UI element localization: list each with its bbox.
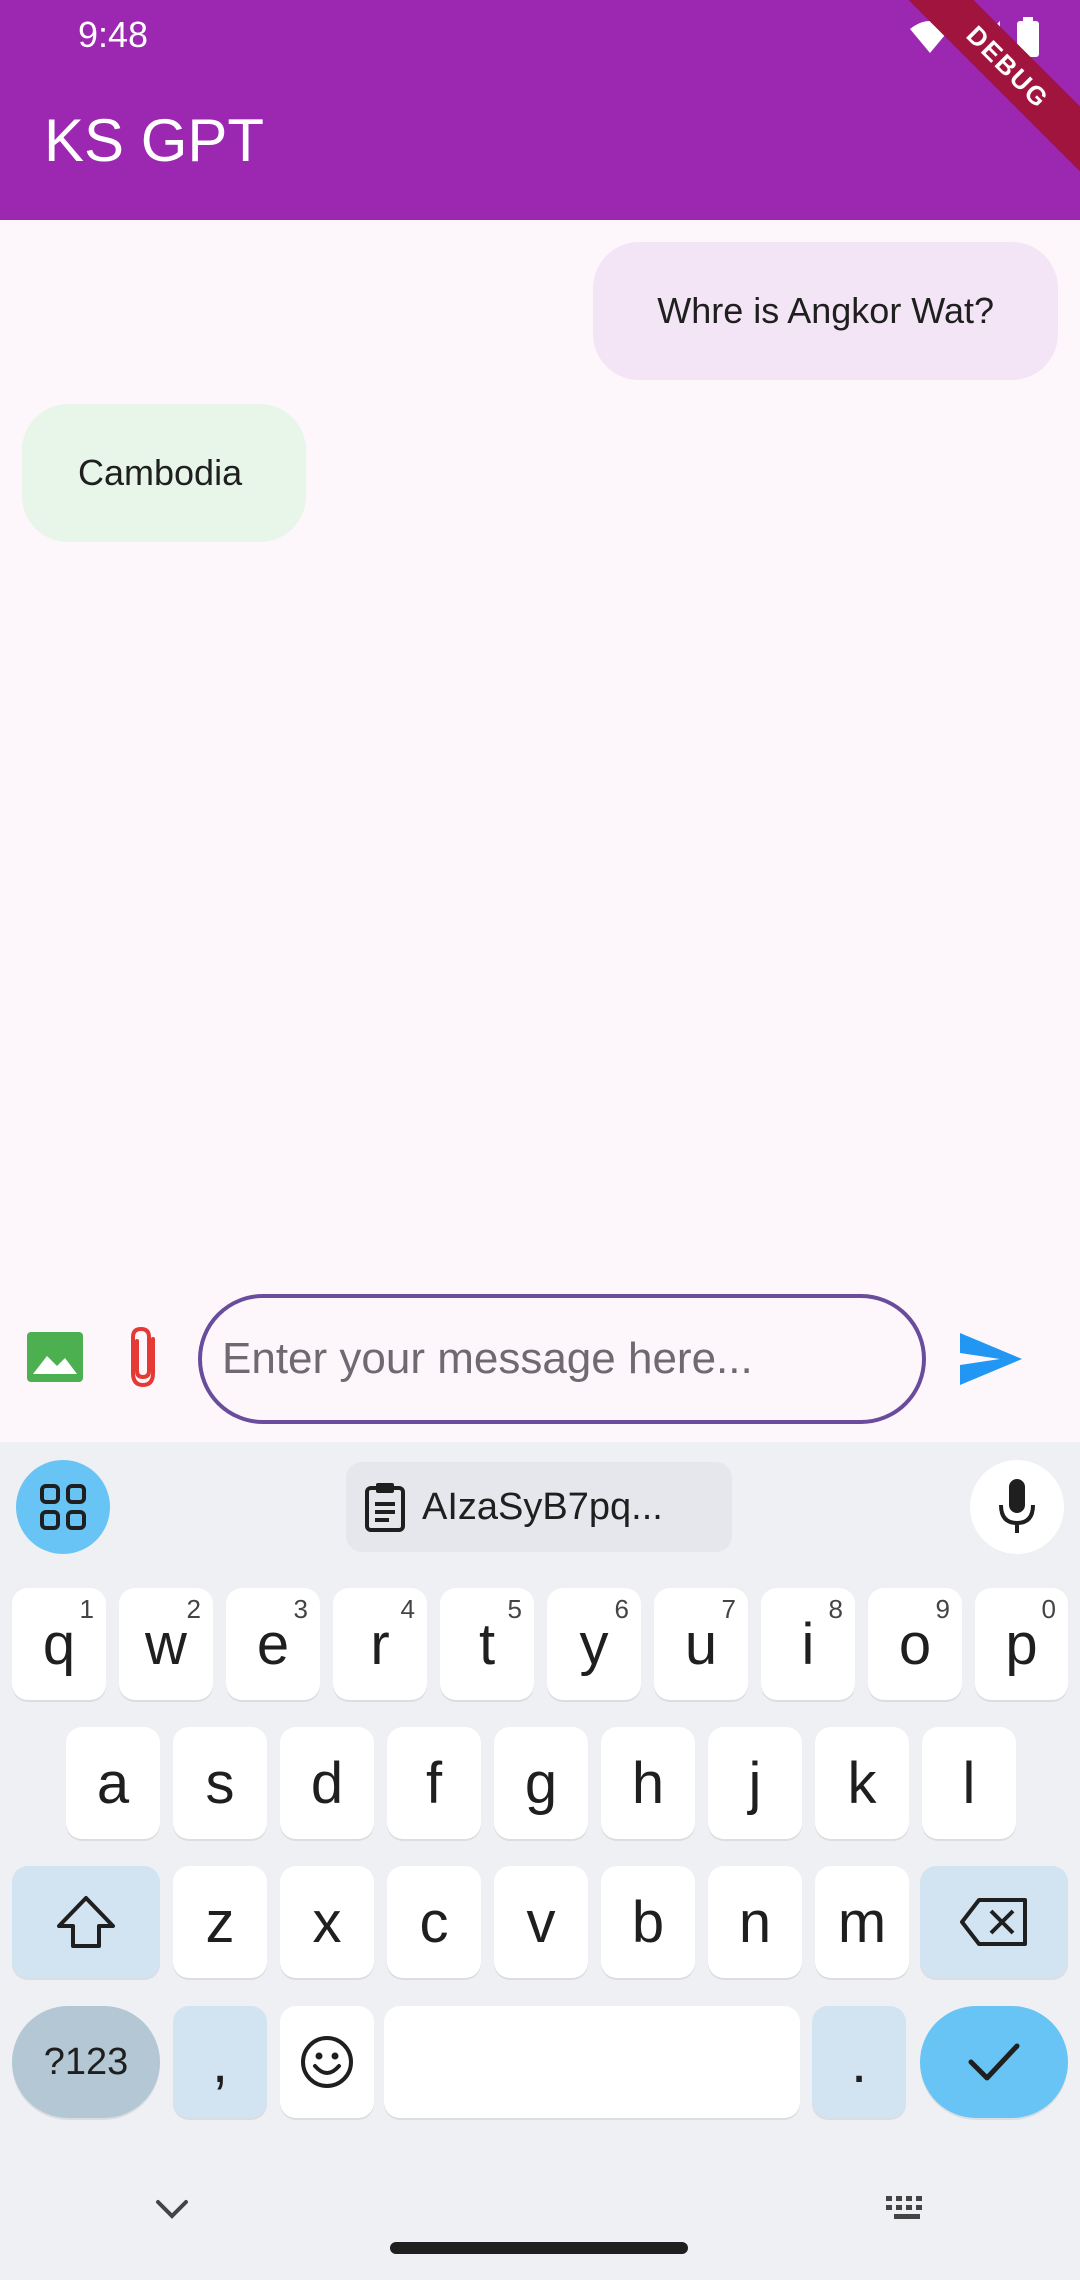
app-bar: 9:48 KS GPT DEBUG [0,0,1080,220]
voice-input-button[interactable] [970,1460,1064,1554]
keyboard-switch-icon[interactable] [884,2194,930,2224]
key-f[interactable]: f [387,1727,481,1839]
clipboard-suggestion[interactable]: AIzaSyB7pq... [346,1462,732,1552]
composer [0,1280,1080,1442]
home-indicator[interactable] [390,2242,688,2254]
key-s[interactable]: s [173,1727,267,1839]
symbols-key[interactable]: ?123 [12,2006,160,2118]
chat-list[interactable]: Whre is Angkor Wat? Cambodia [0,220,1080,1442]
message-input[interactable] [198,1294,926,1424]
key-u[interactable]: u7 [654,1588,748,1700]
bot-message-bubble: Cambodia [22,404,307,542]
key-m[interactable]: m [815,1866,909,1978]
keyboard-apps-button[interactable] [16,1460,110,1554]
backspace-icon [960,1898,1027,1946]
status-time: 9:48 [78,14,149,55]
backspace-key[interactable] [920,1866,1068,1978]
key-k[interactable]: k [815,1727,909,1839]
key-w[interactable]: w2 [119,1588,213,1700]
grid-icon [40,1484,86,1530]
key-y[interactable]: y6 [547,1588,641,1700]
key-b[interactable]: b [601,1866,695,1978]
key-d[interactable]: d [280,1727,374,1839]
image-icon [27,1332,83,1382]
key-r[interactable]: r4 [333,1588,427,1700]
key-c[interactable]: c [387,1866,481,1978]
send-icon [960,1333,1022,1385]
key-g[interactable]: g [494,1727,588,1839]
user-message-bubble: Whre is Angkor Wat? [593,242,1058,380]
period-key[interactable]: . [812,2006,906,2118]
paperclip-icon [131,1326,155,1388]
key-j[interactable]: j [708,1727,802,1839]
send-button[interactable] [954,1322,1028,1396]
soft-keyboard: AIzaSyB7pq... q1 w2 e3 r4 t5 y6 u7 i8 o9… [0,1442,1080,2280]
key-x[interactable]: x [280,1866,374,1978]
key-q[interactable]: q1 [12,1588,106,1700]
key-l[interactable]: l [922,1727,1016,1839]
key-o[interactable]: o9 [868,1588,962,1700]
clipboard-text: AIzaSyB7pq... [422,1485,663,1528]
key-e[interactable]: e3 [226,1588,320,1700]
shift-key[interactable] [12,1866,160,1978]
chevron-down-icon[interactable] [152,2194,192,2224]
attach-button[interactable] [112,1320,178,1396]
key-t[interactable]: t5 [440,1588,534,1700]
image-button[interactable] [22,1324,88,1390]
key-v[interactable]: v [494,1866,588,1978]
key-n[interactable]: n [708,1866,802,1978]
enter-key[interactable] [920,2006,1068,2118]
app-title: KS GPT [44,107,265,174]
space-key[interactable] [384,2006,800,2118]
key-h[interactable]: h [601,1727,695,1839]
clipboard-icon [365,1483,405,1532]
key-i[interactable]: i8 [761,1588,855,1700]
key-a[interactable]: a [66,1727,160,1839]
checkmark-icon [968,2043,1020,2081]
keyboard-toolbar: AIzaSyB7pq... [0,1442,1080,1572]
key-p[interactable]: p0 [975,1588,1068,1700]
key-z[interactable]: z [173,1866,267,1978]
comma-key[interactable]: , [173,2006,267,2118]
emoji-key[interactable] [280,2006,374,2118]
emoji-icon [301,2036,353,2088]
shift-icon [57,1896,115,1948]
microphone-icon [999,1479,1035,1533]
